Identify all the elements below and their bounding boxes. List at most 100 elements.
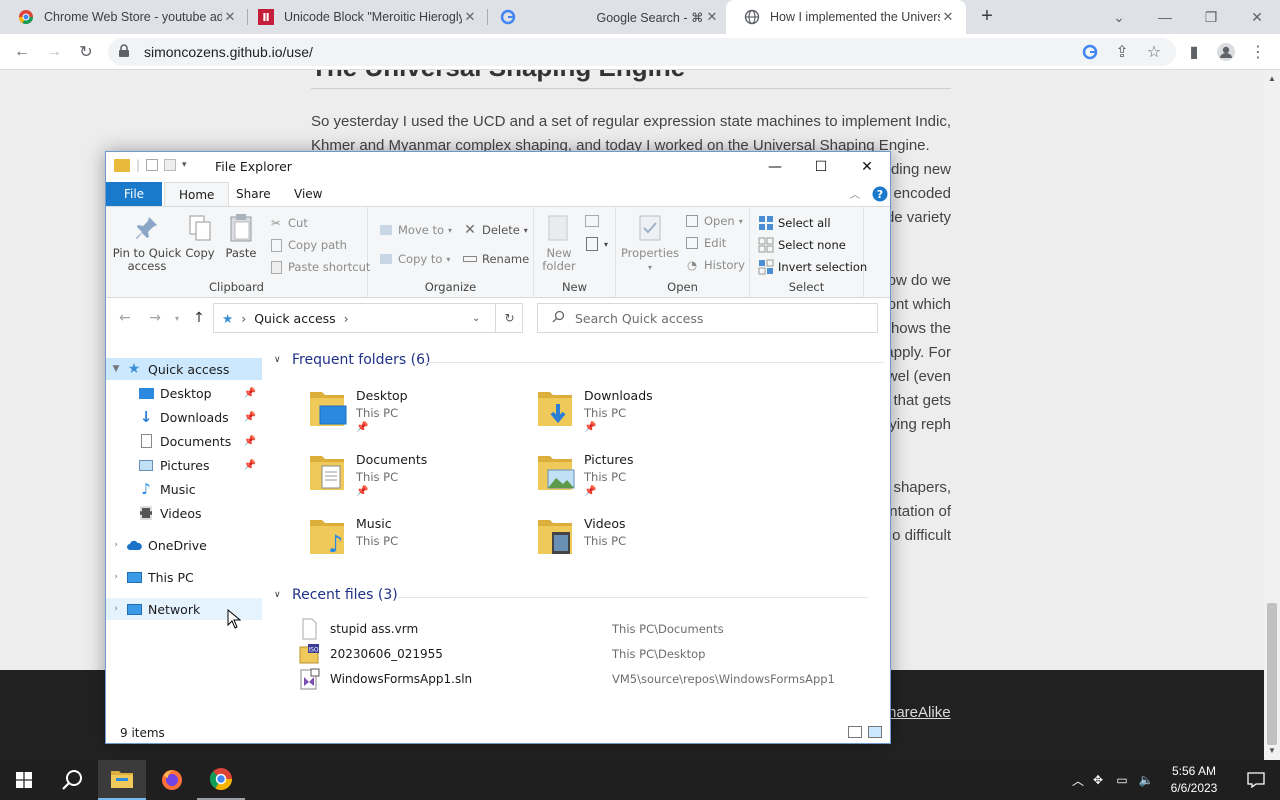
expand-chevron-icon[interactable]: › [106, 604, 126, 614]
taskbar-search-icon[interactable] [48, 760, 96, 800]
network-status-icon[interactable]: ▭ [1110, 773, 1134, 787]
close-tab-icon[interactable]: ✕ [222, 9, 238, 25]
collapse-chevron-icon[interactable]: ▼ [106, 364, 126, 374]
explorer-maximize-icon[interactable]: ☐ [798, 152, 844, 182]
expand-chevron-icon[interactable]: › [106, 540, 126, 550]
folder-tile-desktop[interactable]: Desktop This PC 📌 [308, 386, 528, 442]
browser-tab-active[interactable]: How I implemented the Universa ✕ [726, 0, 966, 34]
folder-tile-documents[interactable]: Documents This PC 📌 [308, 450, 528, 506]
move-to-button[interactable]: Move to ▾ [378, 221, 452, 239]
minimize-icon[interactable]: — [1142, 0, 1188, 34]
folder-tile-music[interactable]: ♪ Music This PC [308, 514, 528, 570]
breadcrumb-quick-access[interactable]: Quick access [254, 311, 335, 326]
start-windows-icon[interactable] [0, 760, 48, 800]
recent-file-row[interactable]: stupid ass.vrm This PC\Documents [298, 617, 888, 641]
scrollbar-thumb[interactable] [1267, 603, 1277, 745]
new-item-icon[interactable] [584, 212, 600, 230]
tab-home[interactable]: Home [164, 182, 230, 206]
open-button[interactable]: Open ▾ [684, 212, 743, 230]
taskbar-file-explorer-icon[interactable] [98, 760, 146, 800]
scroll-up-icon[interactable]: ▲ [1264, 74, 1280, 83]
invert-selection-button[interactable]: Invert selection [758, 258, 867, 276]
recent-locations-icon[interactable]: ▾ [168, 314, 186, 323]
taskbar-chrome-icon[interactable] [197, 760, 245, 800]
details-view-icon[interactable] [848, 726, 862, 738]
copy-button[interactable]: Copy [184, 213, 216, 260]
help-icon[interactable]: ? [872, 186, 888, 202]
paste-shortcut-button[interactable]: Paste shortcut [268, 258, 370, 276]
nav-onedrive[interactable]: › OneDrive [106, 534, 262, 556]
address-dropdown-icon[interactable]: ⌄ [472, 313, 480, 324]
tray-app-icon[interactable]: ✥ [1086, 773, 1110, 787]
browser-tab-google[interactable]: Google Search - ⌘ ✕ [482, 0, 730, 34]
recent-file-row[interactable]: ISO 20230606_021955 This PC\Desktop [298, 642, 888, 666]
pin-quick-access-button[interactable]: Pin to Quick access [112, 213, 182, 273]
volume-muted-icon[interactable]: 🔈 [1134, 773, 1158, 787]
taskbar-firefox-icon[interactable] [148, 760, 196, 800]
tray-overflow-chevron-icon[interactable]: ︿ [1070, 772, 1086, 789]
edit-button[interactable]: Edit [684, 234, 726, 252]
folder-tile-downloads[interactable]: Downloads This PC 📌 [536, 386, 756, 442]
page-scrollbar[interactable]: ▲ ▼ [1264, 70, 1280, 760]
copy-path-button[interactable]: Copy path [268, 236, 347, 254]
nav-pictures[interactable]: Pictures 📌 [106, 454, 262, 476]
nav-quick-access[interactable]: ▼ ★ Quick access [106, 358, 262, 380]
share-icon[interactable]: ⇪ [1110, 40, 1134, 64]
new-folder-qat-icon[interactable] [164, 159, 177, 171]
nav-documents[interactable]: Documents 📌 [106, 430, 262, 452]
profile-avatar-icon[interactable] [1214, 40, 1238, 64]
collapse-ribbon-icon[interactable]: ︿ [850, 186, 866, 202]
browser-tab-unicode[interactable]: Ⅱ Unicode Block "Meroitic Hierogly ✕ [240, 0, 488, 34]
paste-button[interactable]: Paste [224, 213, 258, 260]
select-none-button[interactable]: Select none [758, 236, 846, 254]
delete-button[interactable]: ✕ Delete ▾ [462, 221, 528, 239]
nav-videos[interactable]: Videos [106, 502, 262, 524]
menu-kebab-icon[interactable]: ⋮ [1246, 40, 1270, 64]
recent-file-row[interactable]: WindowsFormsApp1.sln VM5\source\repos\Wi… [298, 667, 888, 691]
cut-button[interactable]: ✂ Cut [268, 214, 308, 232]
folder-tile-pictures[interactable]: Pictures This PC 📌 [536, 450, 756, 506]
properties-qat-icon[interactable] [146, 159, 159, 171]
address-bar[interactable]: simoncozens.github.io/use/ [108, 38, 1176, 66]
explorer-search-box[interactable]: Search Quick access [537, 303, 878, 333]
recent-files-header[interactable]: ∨ Recent files (3) [274, 587, 868, 603]
bookmark-star-icon[interactable]: ☆ [1142, 40, 1166, 64]
tab-share[interactable]: Share [222, 182, 285, 206]
notification-center-icon[interactable] [1232, 760, 1280, 800]
taskbar-clock[interactable]: 5:56 AM 6/6/2023 [1160, 763, 1228, 797]
tab-file[interactable]: File [106, 182, 162, 206]
license-link[interactable]: hareAlike [888, 704, 951, 721]
copy-to-button[interactable]: Copy to ▾ [378, 250, 450, 268]
frequent-folders-header[interactable]: ∨ Frequent folders (6) [274, 352, 884, 368]
close-tab-icon[interactable]: ✕ [940, 9, 956, 25]
select-all-button[interactable]: Select all [758, 214, 831, 232]
tab-search-icon[interactable]: ⌄ [1096, 0, 1142, 34]
folder-tile-videos[interactable]: Videos This PC [536, 514, 756, 570]
rename-button[interactable]: Rename [462, 250, 529, 268]
side-panel-icon[interactable]: ▮ [1182, 40, 1206, 64]
restore-icon[interactable]: ❐ [1188, 0, 1234, 34]
expand-chevron-icon[interactable]: › [106, 572, 126, 582]
easy-access-icon[interactable]: ▾ [584, 235, 608, 253]
forward-icon[interactable]: → [42, 40, 66, 64]
explorer-refresh-icon[interactable]: ↻ [495, 303, 523, 333]
nav-desktop[interactable]: Desktop 📌 [106, 382, 262, 404]
explorer-back-icon[interactable]: ← [116, 310, 134, 326]
explorer-close-icon[interactable]: ✕ [844, 152, 890, 182]
history-button[interactable]: ◔ History [684, 256, 745, 274]
back-icon[interactable]: ← [10, 40, 34, 64]
up-folder-icon[interactable]: ↑ [190, 310, 208, 326]
reload-icon[interactable]: ↻ [74, 40, 98, 64]
explorer-forward-icon[interactable]: → [146, 310, 164, 326]
close-tab-icon[interactable]: ✕ [462, 9, 478, 25]
nav-music[interactable]: ♪ Music [106, 478, 262, 500]
nav-downloads[interactable]: ↓ Downloads 📌 [106, 406, 262, 428]
browser-tab-webstore[interactable]: Chrome Web Store - youtube ad ✕ [0, 0, 248, 34]
close-window-icon[interactable]: ✕ [1234, 0, 1280, 34]
close-tab-icon[interactable]: ✕ [704, 9, 720, 25]
new-tab-button[interactable]: + [976, 5, 998, 27]
explorer-address-bar[interactable]: ★ › Quick access › ⌄ [213, 303, 523, 333]
properties-button[interactable]: Properties ▾ [620, 213, 680, 274]
new-folder-button[interactable]: New folder [538, 213, 580, 273]
explorer-minimize-icon[interactable]: — [752, 152, 798, 182]
